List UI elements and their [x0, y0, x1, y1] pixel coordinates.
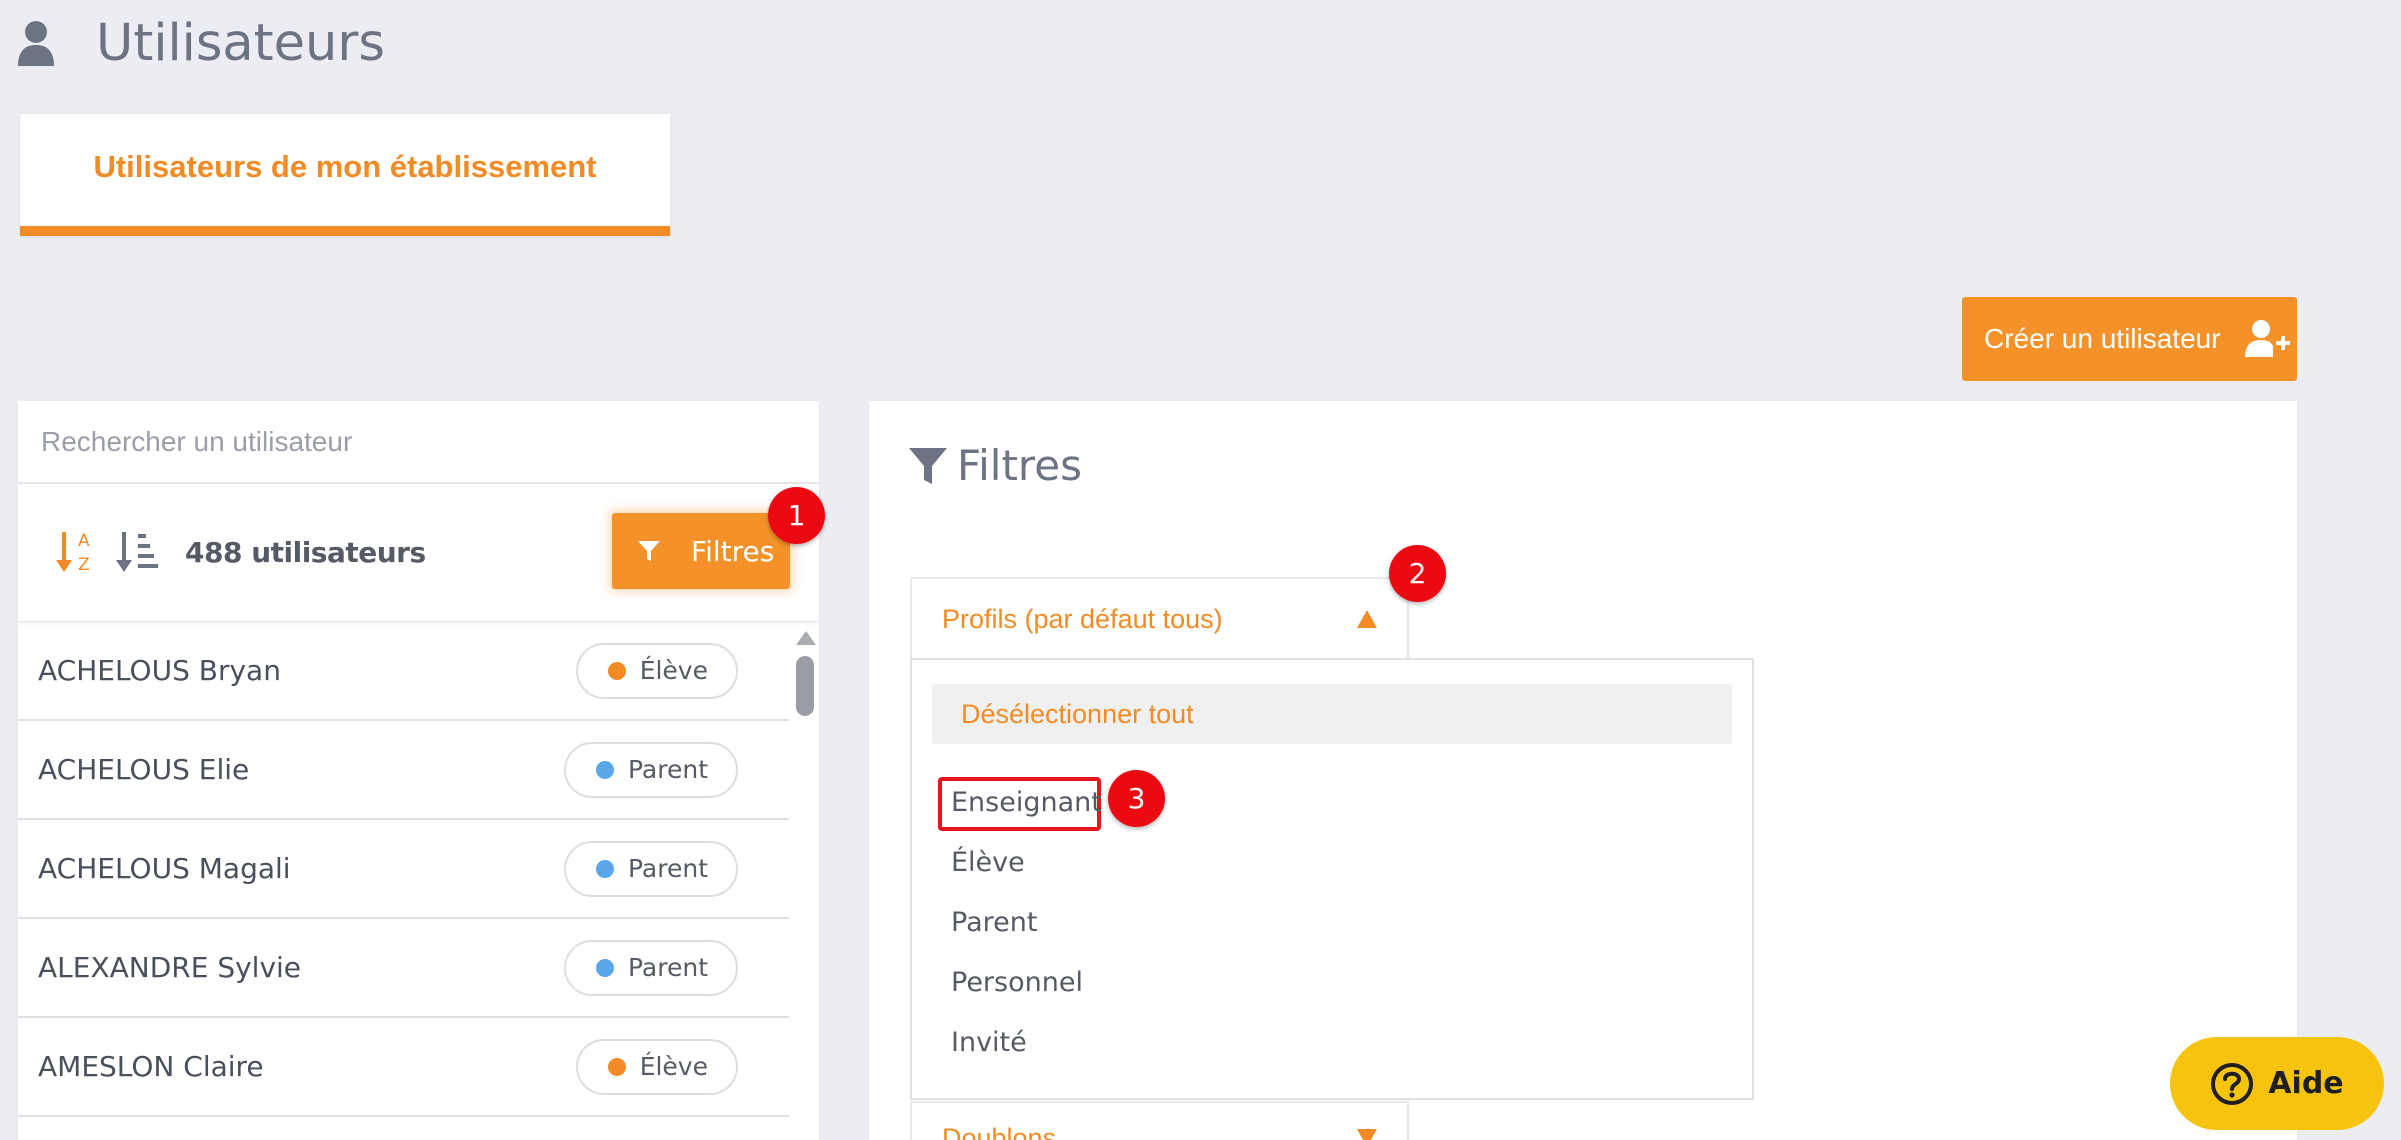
step-marker-3: 3 [1108, 770, 1165, 827]
user-row[interactable]: AMESLON Claire Élève [18, 1018, 789, 1117]
option-personnel[interactable]: Personnel [951, 967, 1083, 998]
user-name: ACHELOUS Magali [38, 852, 291, 885]
role-dot-icon [595, 958, 614, 977]
user-name: ALEXANDRE Sylvie [38, 951, 302, 984]
svg-text:Z: Z [78, 555, 90, 575]
help-label: Aide [2268, 1066, 2344, 1101]
step-marker-1: 1 [768, 487, 825, 544]
page-title: Utilisateurs [96, 13, 385, 73]
role-badge: Parent [563, 939, 738, 996]
user-name: AMESLON Claire [38, 1050, 264, 1083]
profiles-options: Désélectionner tout Enseignant Élève Par… [910, 658, 1754, 1100]
filter-button[interactable]: Filtres [612, 513, 790, 589]
caret-down-icon [1357, 1129, 1377, 1140]
tab-label: Utilisateurs de mon établissement [93, 149, 597, 184]
option-parent[interactable]: Parent [951, 907, 1037, 938]
user-row[interactable]: ALEXANDRE Sylvie Parent [18, 919, 789, 1018]
role-label: Élève [639, 656, 708, 685]
caret-up-icon [1357, 610, 1377, 628]
role-dot-icon [607, 1057, 626, 1076]
search-input[interactable] [41, 425, 819, 458]
user-name: ACHELOUS Bryan [38, 654, 281, 687]
user-row[interactable]: ACHELOUS Elie Parent [18, 721, 789, 820]
role-badge: Parent [563, 840, 738, 897]
role-label: Parent [627, 953, 708, 982]
user-list: ACHELOUS Bryan Élève ACHELOUS Elie Parent AC… [18, 622, 819, 1117]
page-header: Utilisateurs [18, 8, 385, 78]
question-icon [2211, 1062, 2254, 1105]
role-dot-icon [595, 760, 614, 779]
role-dot-icon [595, 859, 614, 878]
doublons-header-label: Doublons [942, 1123, 1057, 1140]
scroll-up-arrow[interactable] [796, 631, 816, 645]
profiles-header-label: Profils (par défaut tous) [942, 603, 1223, 634]
option-enseignant[interactable]: Enseignant [951, 787, 1102, 818]
list-toolbar: A Z 488 utilisateurs Filtres [18, 484, 819, 622]
step-marker-2: 2 [1389, 545, 1446, 602]
role-badge: Élève [575, 1038, 738, 1095]
filter-icon [638, 541, 660, 561]
option-eleve[interactable]: Élève [951, 847, 1025, 878]
user-row[interactable]: ACHELOUS Magali Parent [18, 820, 789, 919]
filters-panel: Filtres Profils (par défaut tous) Déséle… [869, 401, 2297, 1140]
filter-icon [909, 447, 947, 484]
add-user-icon [2244, 320, 2290, 357]
user-count: 488 utilisateurs [185, 536, 426, 569]
doublons-accordion-header[interactable]: Doublons [910, 1101, 1409, 1140]
option-invite[interactable]: Invité [951, 1027, 1027, 1058]
filter-label: Filtres [691, 534, 775, 568]
search-bar [18, 401, 819, 484]
user-icon [18, 21, 54, 66]
svg-text:A: A [78, 531, 90, 551]
role-label: Parent [627, 755, 708, 784]
sort-list-icon[interactable] [116, 528, 160, 576]
deselect-all-button[interactable]: Désélectionner tout [932, 684, 1732, 744]
sort-alpha-icon[interactable]: A Z [56, 528, 98, 576]
scrollbar-thumb[interactable] [796, 656, 814, 716]
help-button[interactable]: Aide [2170, 1037, 2384, 1130]
role-badge: Parent [563, 741, 738, 798]
filters-heading: Filtres [909, 441, 1082, 490]
tab-etablissement-users[interactable]: Utilisateurs de mon établissement [20, 114, 670, 236]
filters-title: Filtres [957, 441, 1082, 490]
user-row[interactable]: ACHELOUS Bryan Élève [18, 622, 789, 721]
profiles-accordion-header[interactable]: Profils (par défaut tous) [910, 577, 1409, 659]
role-label: Parent [627, 854, 708, 883]
create-user-label: Créer un utilisateur [1984, 323, 2221, 354]
role-badge: Élève [575, 642, 738, 699]
role-dot-icon [607, 661, 626, 680]
deselect-all-label: Désélectionner tout [961, 698, 1194, 729]
user-list-panel: A Z 488 utilisateurs Filtres ACHELOUS Br… [18, 401, 819, 1140]
create-user-button[interactable]: Créer un utilisateur [1962, 297, 2297, 381]
role-label: Élève [639, 1052, 708, 1081]
user-name: ACHELOUS Elie [38, 753, 250, 786]
